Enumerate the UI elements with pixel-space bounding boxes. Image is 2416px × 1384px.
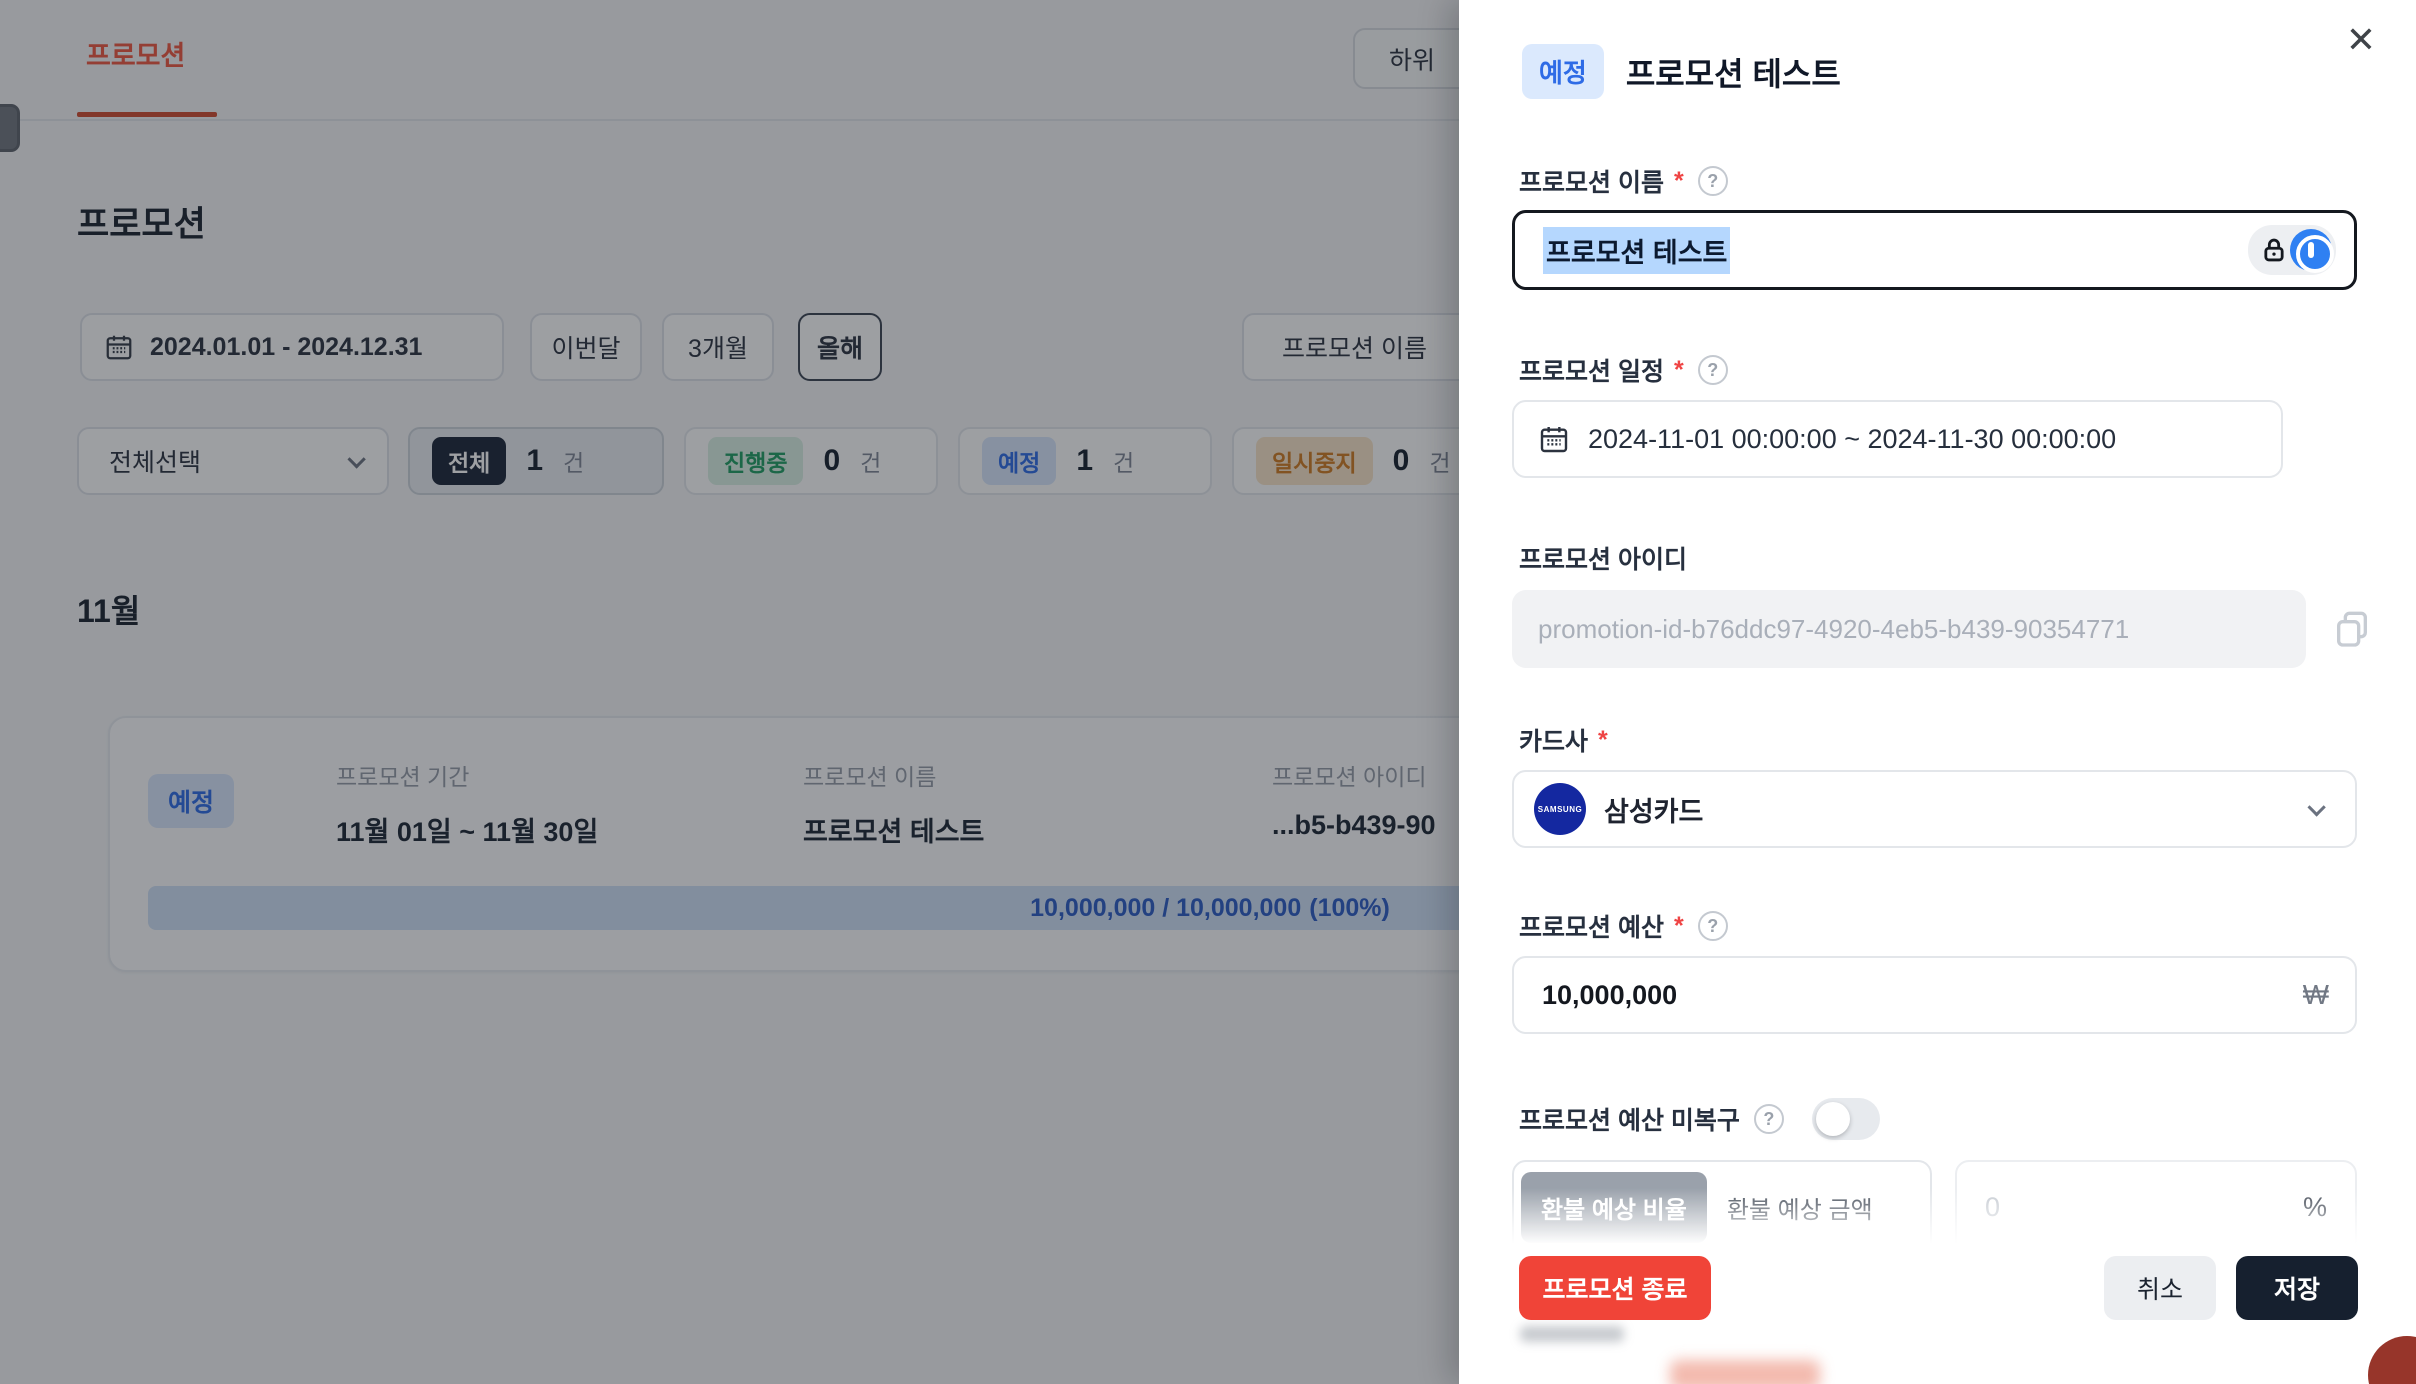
promo-id-value: promotion-id-b76ddc97-4920-4eb5-b439-903… xyxy=(1538,614,2129,645)
scrolled-content-smudge xyxy=(1670,1360,1820,1384)
drawer-status-badge: 예정 xyxy=(1522,44,1604,99)
help-icon[interactable]: ? xyxy=(1698,166,1728,196)
scrolled-content-smudge xyxy=(1520,1326,1624,1342)
promo-id-field-label: 프로모션 아이디 xyxy=(1519,540,1687,576)
budget-input[interactable]: 10,000,000 ₩ xyxy=(1512,956,2357,1034)
lock-icon xyxy=(2260,236,2288,264)
help-icon[interactable]: ? xyxy=(1754,1104,1784,1134)
calendar-icon xyxy=(1538,423,1570,455)
close-icon[interactable]: ✕ xyxy=(2346,22,2376,58)
name-input[interactable]: 프로모션 테스트 xyxy=(1512,210,2357,290)
end-promotion-button[interactable]: 프로모션 종료 xyxy=(1519,1256,1711,1320)
label-text: 프로모션 아이디 xyxy=(1519,540,1687,576)
budget-value: 10,000,000 xyxy=(1542,980,1677,1011)
label-text: 프로모션 예산 xyxy=(1519,908,1664,944)
samsung-card-logo: SAMSUNG xyxy=(1534,783,1586,835)
save-button[interactable]: 저장 xyxy=(2236,1256,2358,1320)
card-company-select[interactable]: SAMSUNG 삼성카드 xyxy=(1512,770,2357,848)
required-mark: * xyxy=(1674,356,1684,385)
drawer-header: 예정 프로모션 테스트 xyxy=(1522,44,1841,99)
budget-field-label: 프로모션 예산 * ? xyxy=(1519,908,1728,944)
name-field-label: 프로모션 이름 * ? xyxy=(1519,163,1728,199)
schedule-input[interactable]: 2024-11-01 00:00:00 ~ 2024-11-30 00:00:0… xyxy=(1512,400,2283,478)
no-restore-label: 프로모션 예산 미복구 xyxy=(1519,1101,1740,1137)
label-text: 프로모션 일정 xyxy=(1519,352,1664,388)
promo-id-input-disabled: promotion-id-b76ddc97-4920-4eb5-b439-903… xyxy=(1512,590,2306,668)
no-restore-toggle[interactable] xyxy=(1812,1098,1880,1140)
required-mark: * xyxy=(1598,726,1608,755)
required-mark: * xyxy=(1674,167,1684,196)
chevron-down-icon xyxy=(2307,798,2325,816)
card-company-value: 삼성카드 xyxy=(1604,790,1703,829)
drawer-title: 프로모션 테스트 xyxy=(1626,49,1841,95)
help-icon[interactable]: ? xyxy=(1698,911,1728,941)
schedule-field-label: 프로모션 일정 * ? xyxy=(1519,352,1728,388)
drawer-footer: 프로모션 종료 취소 저장 xyxy=(1459,1188,2416,1384)
1password-icon xyxy=(2290,229,2332,271)
label-text: 카드사 xyxy=(1519,722,1588,758)
toggle-knob xyxy=(1816,1102,1850,1136)
no-restore-row: 프로모션 예산 미복구 ? xyxy=(1519,1098,1880,1140)
name-input-value: 프로모션 테스트 xyxy=(1543,227,1730,274)
won-currency-icon: ₩ xyxy=(2303,979,2329,1011)
help-icon[interactable]: ? xyxy=(1698,355,1728,385)
copy-icon[interactable] xyxy=(2332,608,2372,652)
card-company-field-label: 카드사 * xyxy=(1519,722,1608,758)
password-manager-widget[interactable] xyxy=(2248,225,2336,275)
promotion-detail-drawer: ✕ 예정 프로모션 테스트 프로모션 이름 * ? 프로모션 테스트 xyxy=(1459,0,2416,1384)
app-root: 프로모션 하위 프로모션 2024.01.01 - 2024.12.31 이번달… xyxy=(0,0,2416,1384)
cancel-button[interactable]: 취소 xyxy=(2104,1256,2216,1320)
required-mark: * xyxy=(1674,912,1684,941)
label-text: 프로모션 이름 xyxy=(1519,163,1664,199)
schedule-value: 2024-11-01 00:00:00 ~ 2024-11-30 00:00:0… xyxy=(1588,424,2116,455)
